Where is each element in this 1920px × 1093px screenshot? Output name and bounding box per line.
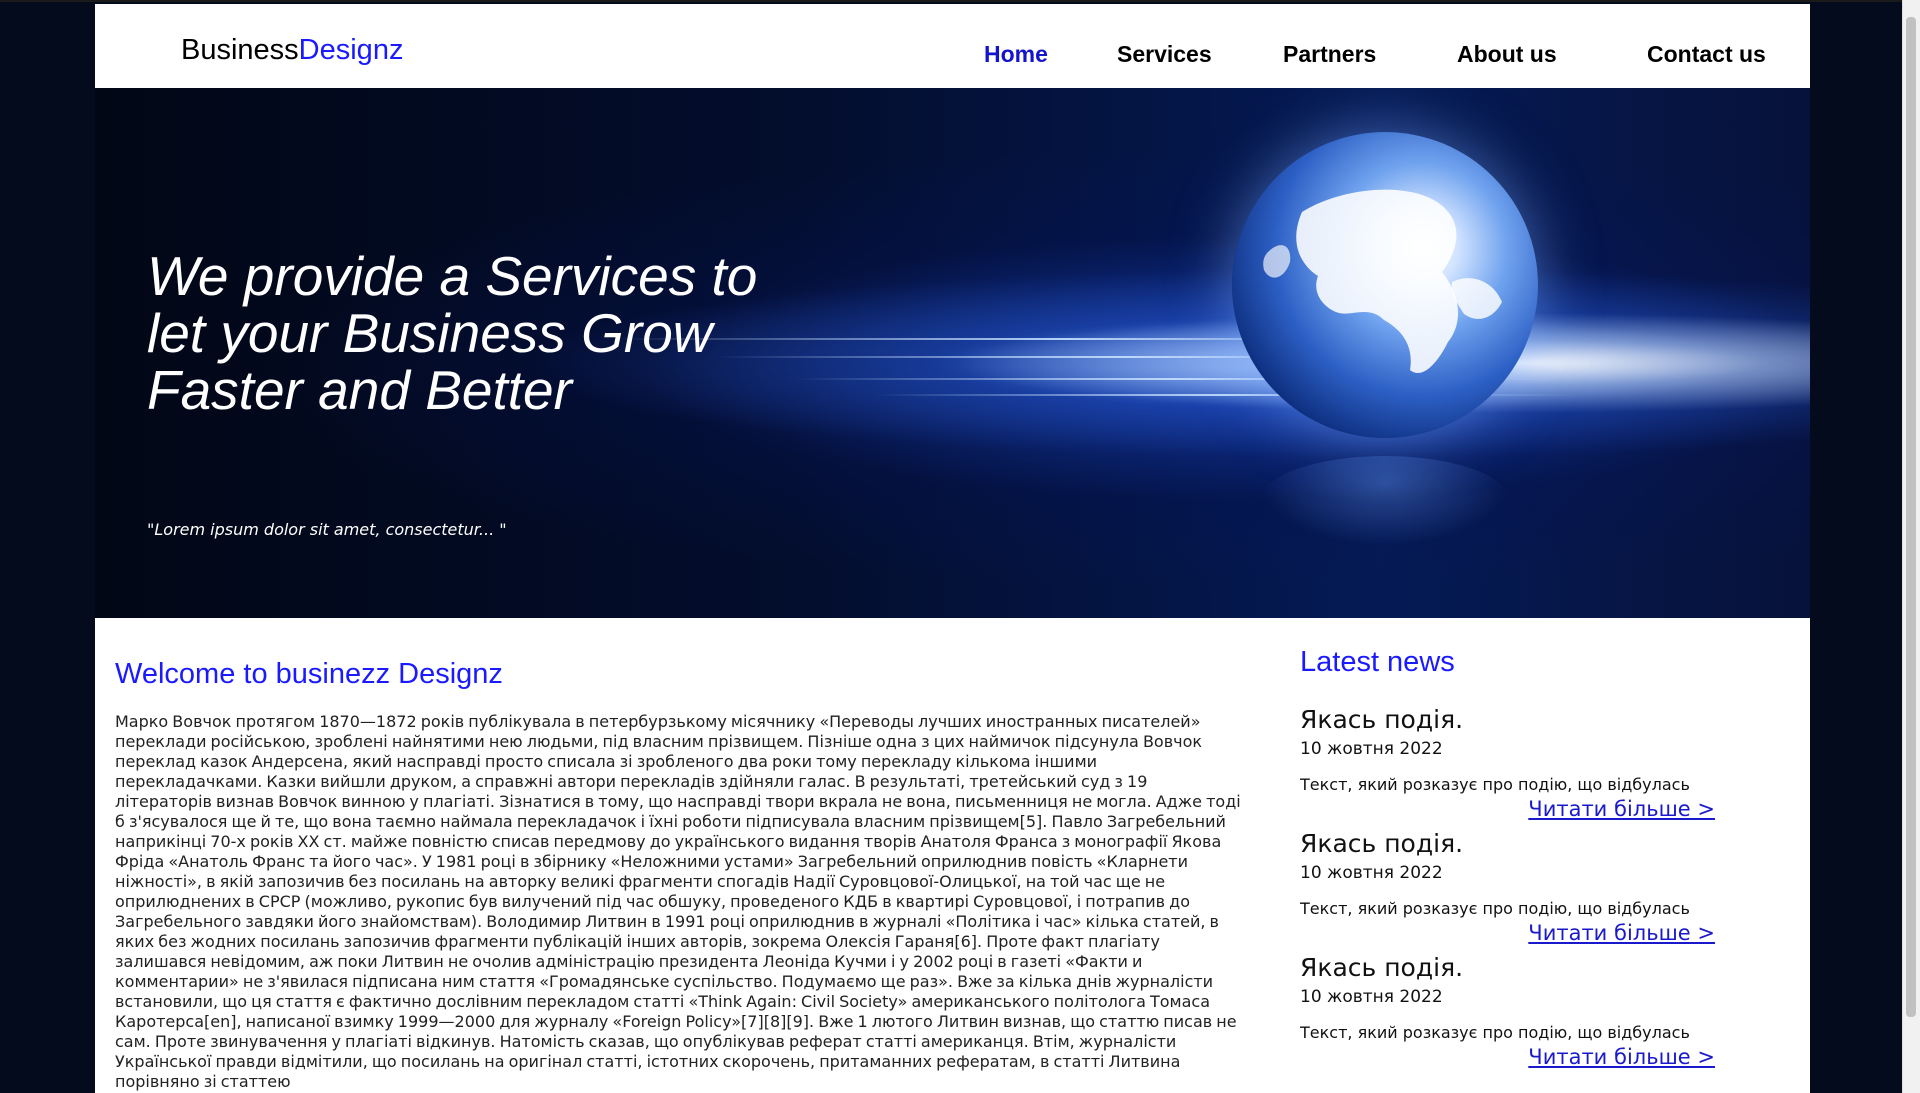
- logo-text-business: Business: [181, 34, 299, 66]
- hero-headline-line: We provide a Services to: [147, 245, 758, 307]
- read-more-link[interactable]: Читати більше >: [1300, 1045, 1715, 1069]
- globe-reflection: [1260, 456, 1510, 546]
- scrollbar-thumb[interactable]: [1906, 17, 1916, 1017]
- hero-banner: We provide a Services to let your Busine…: [95, 88, 1810, 618]
- hero-headline-line: let your Business Grow: [147, 302, 713, 364]
- site-logo[interactable]: BusinessDesignz: [181, 34, 403, 67]
- latest-news-title: Latest news: [1300, 646, 1455, 678]
- hero-headline: We provide a Services to let your Busine…: [147, 248, 847, 419]
- news-heading: Якась подія.: [1300, 953, 1464, 982]
- news-item: Якась подія. 10 жовтня 2022 Текст, який …: [1300, 829, 1740, 945]
- read-more-link[interactable]: Читати більше >: [1300, 921, 1715, 945]
- nav-contact-us[interactable]: Contact us: [1647, 41, 1766, 68]
- news-date: 10 жовтня 2022: [1300, 863, 1443, 883]
- nav-home[interactable]: Home: [984, 41, 1048, 68]
- news-heading: Якась подія.: [1300, 829, 1464, 858]
- hero-headline-line: Faster and Better: [147, 359, 572, 421]
- nav-partners[interactable]: Partners: [1283, 41, 1376, 68]
- news-text: Текст, який розказує про подію, що відбу…: [1300, 775, 1690, 794]
- hero-quote: "Lorem ipsum dolor sit amet, consectetur…: [147, 520, 507, 539]
- news-date: 10 жовтня 2022: [1300, 987, 1443, 1007]
- nav-about-us[interactable]: About us: [1457, 41, 1557, 68]
- globe-image: [1232, 132, 1538, 438]
- nav-services[interactable]: Services: [1117, 41, 1212, 68]
- news-item: Якась подія. 10 жовтня 2022 Текст, який …: [1300, 705, 1740, 821]
- site-header: BusinessDesignz Home Services Partners A…: [95, 4, 1810, 88]
- window-top-border: [0, 0, 1920, 2]
- news-item: Якась подія. 10 жовтня 2022 Текст, який …: [1300, 953, 1740, 1069]
- logo-text-designz: Designz: [298, 34, 404, 66]
- page-container: BusinessDesignz Home Services Partners A…: [95, 4, 1810, 1093]
- read-more-link[interactable]: Читати більше >: [1300, 797, 1715, 821]
- news-text: Текст, який розказує про подію, що відбу…: [1300, 1023, 1690, 1042]
- news-text: Текст, який розказує про подію, що відбу…: [1300, 899, 1690, 918]
- main-content: Welcome to businezz Designz Марко Вовчок…: [95, 618, 1810, 1093]
- news-date: 10 жовтня 2022: [1300, 739, 1443, 759]
- news-heading: Якась подія.: [1300, 705, 1464, 734]
- welcome-title: Welcome to businezz Designz: [115, 658, 503, 690]
- welcome-text: Марко Вовчок протягом 1870—1872 років пу…: [115, 712, 1241, 1091]
- vertical-scrollbar[interactable]: [1902, 0, 1920, 1093]
